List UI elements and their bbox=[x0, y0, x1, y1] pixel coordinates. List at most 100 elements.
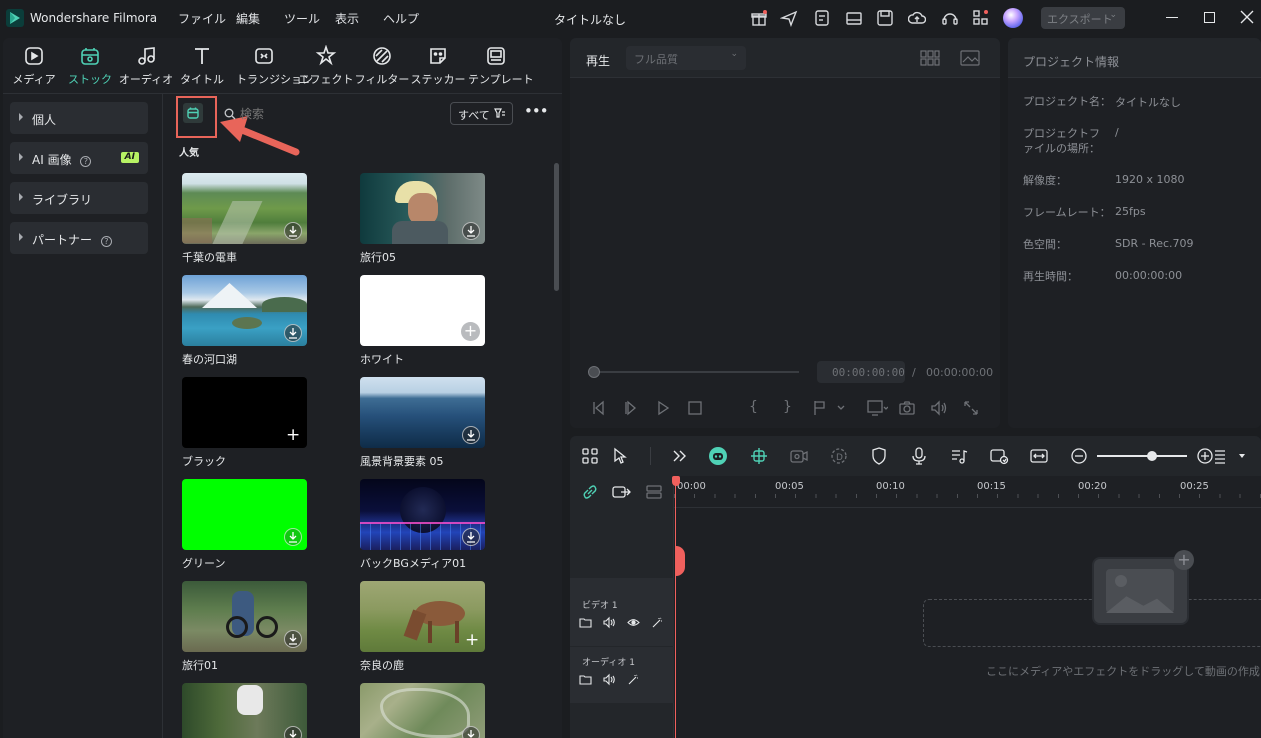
tab-filter[interactable]: フィルター bbox=[354, 45, 410, 87]
folder-lock-icon[interactable] bbox=[579, 673, 592, 686]
stock-item-travel01[interactable] bbox=[182, 581, 307, 652]
volume-icon[interactable] bbox=[930, 399, 948, 417]
avatar[interactable] bbox=[1003, 8, 1023, 28]
stock-item-travel05[interactable] bbox=[360, 173, 485, 244]
search-input[interactable] bbox=[240, 104, 420, 124]
quality-select[interactable]: フル品質 ⌄ bbox=[626, 46, 746, 70]
tab-media[interactable]: メディア bbox=[6, 45, 62, 87]
stock-item-kawaguchiko[interactable] bbox=[182, 275, 307, 346]
magic-wand-icon[interactable] bbox=[627, 673, 640, 686]
mark-in-icon[interactable]: { bbox=[749, 399, 767, 417]
fullscreen-icon[interactable] bbox=[962, 399, 980, 417]
menu-edit[interactable]: 編集 bbox=[236, 10, 260, 27]
zoom-slider-track[interactable] bbox=[1097, 455, 1187, 457]
menu-tools[interactable]: ツール bbox=[284, 10, 320, 27]
playback-track[interactable] bbox=[592, 371, 799, 373]
gift-icon[interactable] bbox=[750, 9, 768, 27]
sidebar-item-ai-image[interactable]: AI 画像 ? AI bbox=[10, 142, 148, 174]
player-tab[interactable]: 再生 bbox=[586, 52, 610, 69]
export-button[interactable]: エクスポート ⌄ bbox=[1041, 7, 1125, 29]
next-frame-icon[interactable] bbox=[622, 399, 640, 417]
add-icon[interactable]: + bbox=[465, 632, 479, 649]
play-icon[interactable] bbox=[654, 399, 672, 417]
stock-item-cyclist[interactable] bbox=[182, 683, 307, 738]
stock-item-chiba-train[interactable] bbox=[182, 173, 307, 244]
mark-out-icon[interactable]: } bbox=[783, 399, 801, 417]
minimize-icon[interactable] bbox=[1166, 17, 1178, 18]
current-time-box[interactable]: 00:00:00:00 bbox=[817, 361, 905, 383]
timeline-ruler[interactable] bbox=[674, 476, 1261, 508]
caret-down-icon[interactable] bbox=[1239, 454, 1245, 458]
filter-button[interactable]: すべて bbox=[450, 102, 513, 125]
playhead-line[interactable] bbox=[675, 484, 676, 738]
sidebar-item-personal[interactable]: 個人 bbox=[10, 102, 148, 134]
fit-width-icon[interactable] bbox=[1029, 446, 1049, 466]
tab-audio[interactable]: オーディオ bbox=[118, 45, 174, 87]
download-icon[interactable] bbox=[284, 324, 302, 342]
speaker-icon[interactable] bbox=[603, 616, 616, 629]
media-drop-zone[interactable] bbox=[923, 599, 1261, 647]
music-list-icon[interactable] bbox=[949, 446, 969, 466]
link-icon[interactable] bbox=[582, 484, 598, 500]
save-icon[interactable] bbox=[876, 9, 894, 27]
stock-item-nara-deer[interactable]: + bbox=[360, 581, 485, 652]
cloud-upload-icon[interactable] bbox=[907, 9, 927, 27]
download-icon[interactable] bbox=[284, 528, 302, 546]
tab-transition[interactable]: トランジション bbox=[236, 45, 313, 87]
folder-lock-icon[interactable] bbox=[579, 616, 592, 629]
download-icon[interactable] bbox=[284, 630, 302, 648]
download-icon[interactable] bbox=[462, 222, 480, 240]
headset-icon[interactable] bbox=[941, 9, 959, 27]
menu-file[interactable]: ファイル bbox=[178, 10, 226, 27]
speaker-icon[interactable] bbox=[603, 673, 616, 686]
zoom-slider-knob[interactable] bbox=[1147, 451, 1157, 461]
stop-icon[interactable] bbox=[686, 399, 704, 417]
close-icon[interactable] bbox=[1240, 10, 1254, 24]
track-menu-icon[interactable] bbox=[1213, 446, 1227, 466]
sidebar-item-partner[interactable]: パートナー ? bbox=[10, 222, 148, 254]
add-track-icon[interactable] bbox=[612, 484, 632, 500]
scrollbar-thumb[interactable] bbox=[554, 163, 559, 291]
tab-effect[interactable]: エフェクト bbox=[298, 45, 354, 87]
magic-wand-icon[interactable] bbox=[651, 616, 664, 629]
microphone-icon[interactable] bbox=[909, 446, 929, 466]
camera-icon[interactable] bbox=[898, 399, 916, 417]
zoom-in-icon[interactable] bbox=[1195, 446, 1215, 466]
help-icon[interactable]: ? bbox=[80, 156, 92, 167]
audio-sync-icon[interactable] bbox=[989, 446, 1009, 466]
eye-icon[interactable] bbox=[627, 616, 640, 629]
playhead-handle[interactable] bbox=[672, 476, 680, 486]
download-icon[interactable] bbox=[462, 528, 480, 546]
expand-icon[interactable] bbox=[669, 446, 689, 466]
tab-title[interactable]: タイトル bbox=[174, 45, 230, 87]
stock-item-white[interactable]: + bbox=[360, 275, 485, 346]
more-options-icon[interactable]: ••• bbox=[524, 104, 549, 121]
video-effect-icon[interactable] bbox=[789, 446, 809, 466]
stock-item-aerial-river[interactable] bbox=[360, 683, 485, 738]
send-icon[interactable] bbox=[779, 9, 798, 28]
layout-grid-icon[interactable] bbox=[580, 446, 600, 466]
sidebar-item-library[interactable]: ライブラリ bbox=[10, 182, 148, 214]
select-tool-icon[interactable] bbox=[611, 446, 631, 466]
playback-knob[interactable] bbox=[588, 366, 600, 378]
grid-view-icon[interactable] bbox=[920, 50, 940, 66]
track-manage-icon[interactable] bbox=[645, 484, 663, 500]
shield-icon[interactable] bbox=[869, 446, 889, 466]
apps-icon[interactable] bbox=[972, 9, 990, 27]
detect-icon[interactable]: D bbox=[829, 446, 849, 466]
help-icon[interactable]: ? bbox=[100, 236, 112, 247]
previous-frame-icon[interactable] bbox=[590, 399, 608, 417]
marker-icon[interactable] bbox=[812, 399, 846, 417]
display-icon[interactable] bbox=[866, 399, 889, 417]
download-icon[interactable] bbox=[284, 222, 302, 240]
stock-item-black[interactable]: + bbox=[182, 377, 307, 448]
playhead-marker[interactable] bbox=[676, 546, 685, 576]
add-icon[interactable]: + bbox=[286, 427, 300, 444]
document-icon[interactable] bbox=[813, 9, 831, 27]
tab-stock[interactable]: ストック bbox=[62, 45, 118, 87]
menu-help[interactable]: ヘルプ bbox=[383, 10, 419, 27]
menu-view[interactable]: 表示 bbox=[335, 10, 359, 27]
add-icon[interactable]: + bbox=[461, 322, 480, 341]
tab-template[interactable]: テンプレート bbox=[468, 45, 534, 87]
maximize-icon[interactable] bbox=[1204, 12, 1215, 23]
